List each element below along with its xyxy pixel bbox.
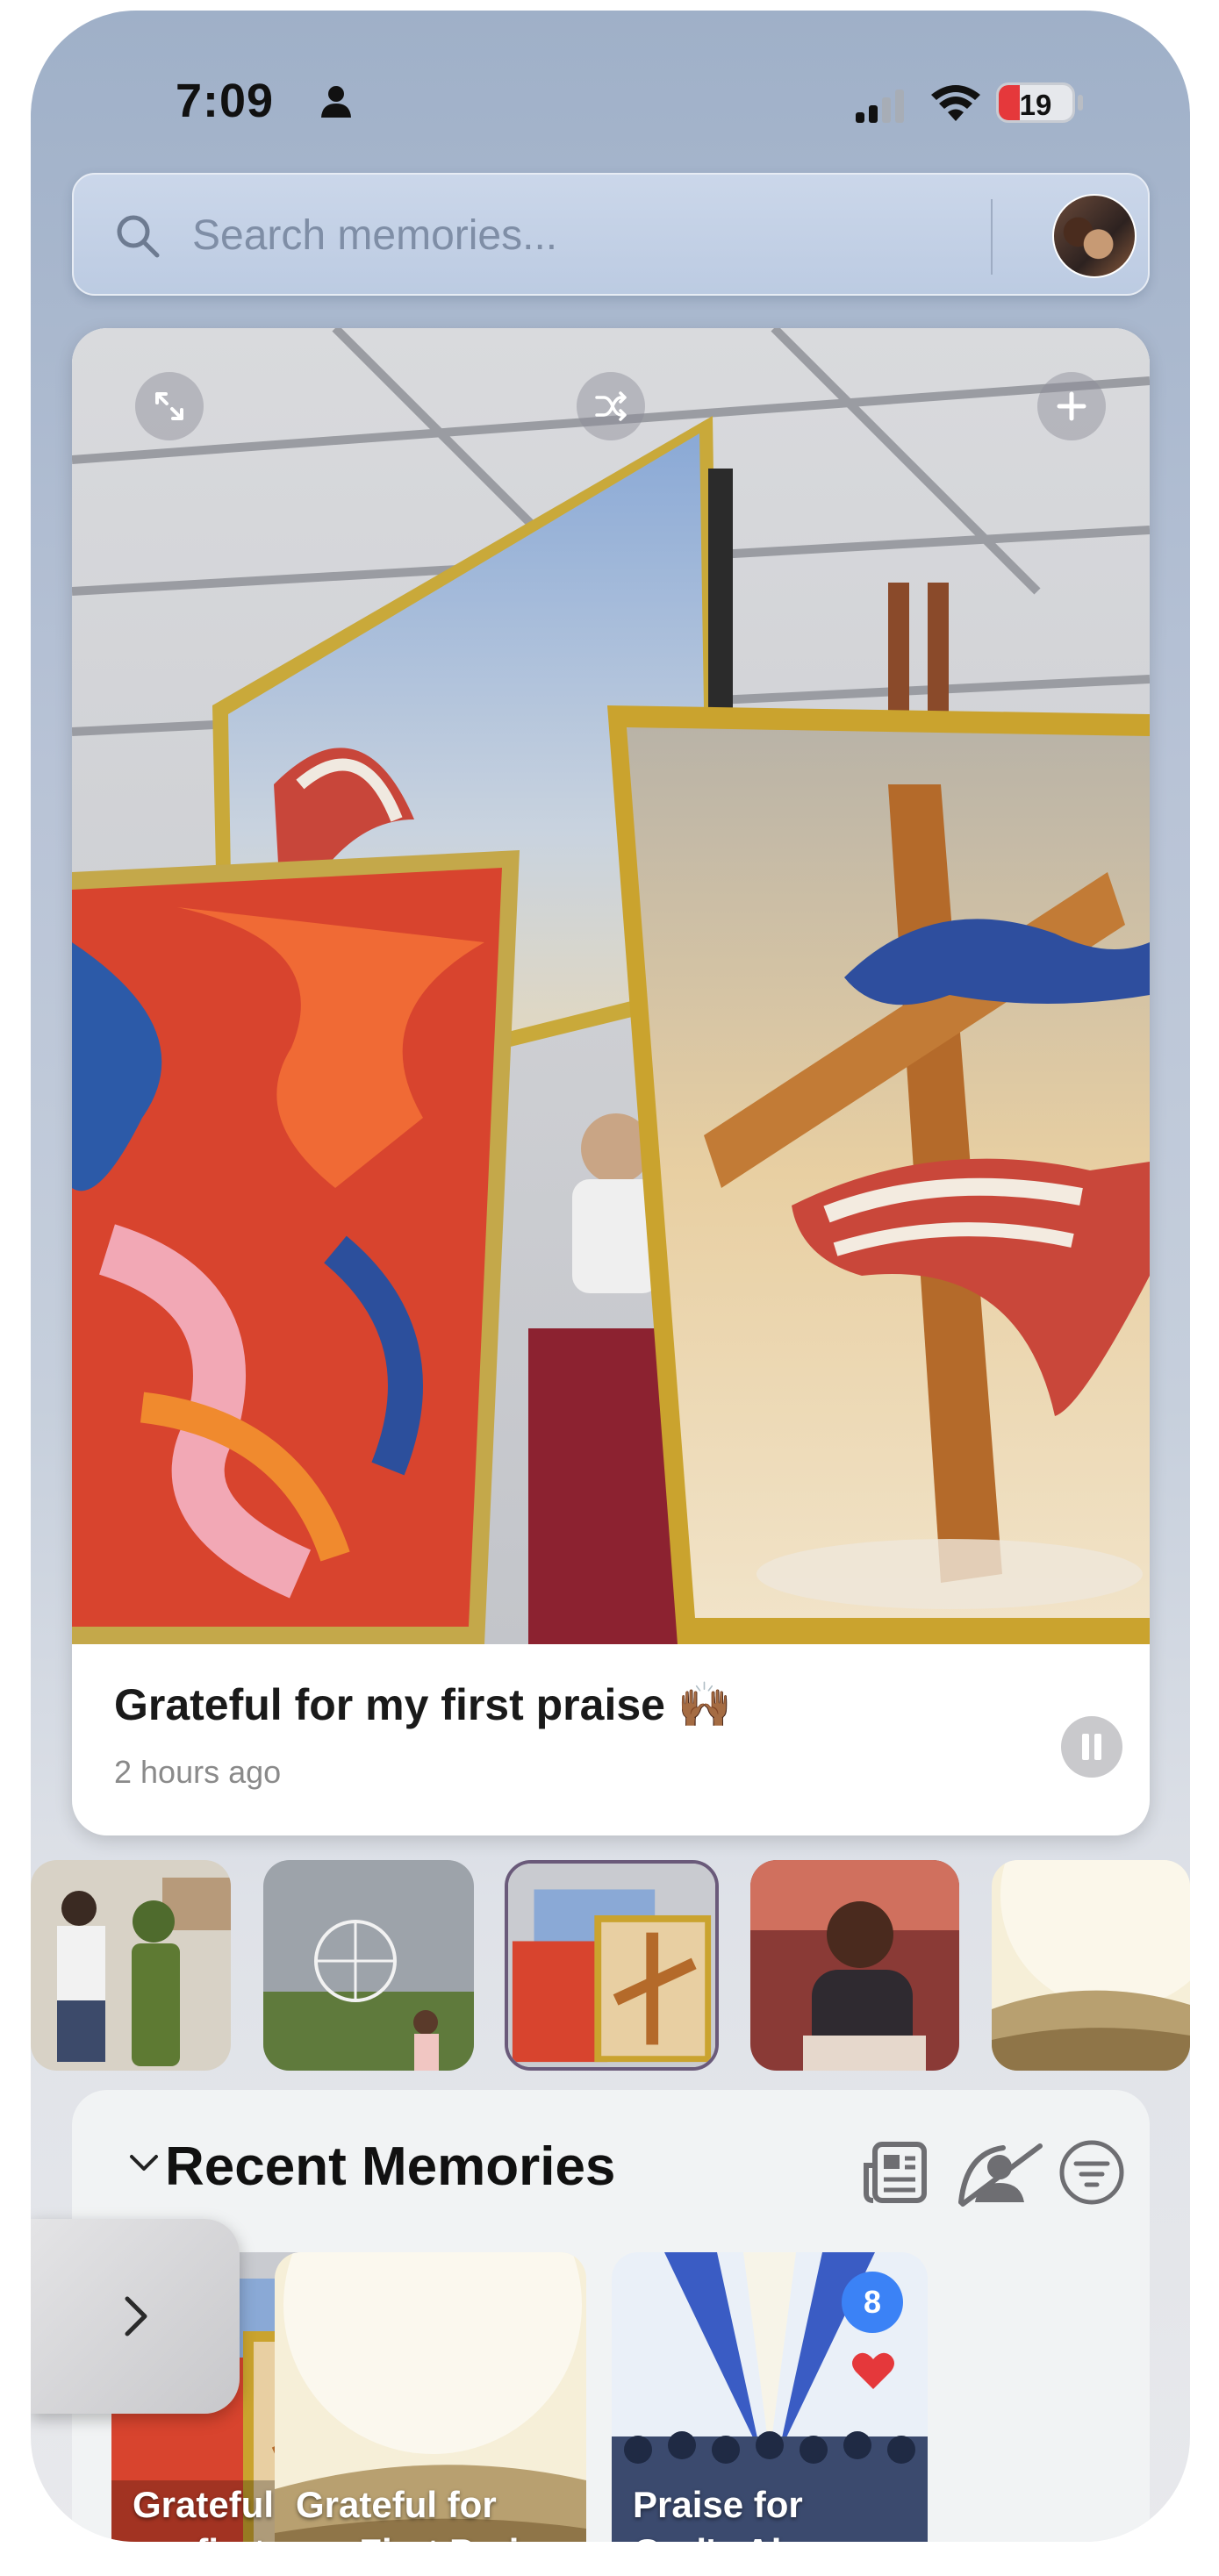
memory-card[interactable]: Grateful for my First Prai... <box>275 2252 586 2542</box>
thumbnail-memory[interactable] <box>992 1860 1190 2071</box>
plus-icon <box>1057 391 1086 421</box>
side-drawer-tab[interactable] <box>31 2219 240 2414</box>
add-button[interactable] <box>1037 372 1106 440</box>
expand-button[interactable] <box>135 372 204 440</box>
battery-icon: 19 <box>996 82 1075 123</box>
search-input[interactable]: Search memories... <box>192 211 557 260</box>
thumbnail-memory[interactable] <box>31 1860 231 2071</box>
thumbnail-photo <box>31 1860 231 2071</box>
memory-card-title: Praise for God's Abun... <box>633 2483 870 2542</box>
phone-screen: 7:09 19 Search memories... Grateful for … <box>31 11 1190 2542</box>
pause-button[interactable] <box>1061 1716 1122 1778</box>
avatar[interactable] <box>1052 194 1137 278</box>
thumbnail-memory[interactable] <box>750 1860 959 2071</box>
section-title: Recent Memories <box>165 2136 616 2197</box>
signal-icon <box>856 89 904 123</box>
status-time: 7:09 <box>176 75 275 127</box>
thumbnail-photo <box>263 1860 474 2071</box>
hidden-people-icon[interactable] <box>954 2136 1045 2209</box>
thumbnail-photo <box>992 1860 1190 2071</box>
memory-card-title: Grateful for my First Prai... <box>296 2483 549 2542</box>
featured-memory-timestamp: 2 hours ago <box>114 1754 282 1790</box>
search-icon <box>117 215 160 258</box>
wifi-icon <box>931 85 980 121</box>
newspaper-icon[interactable] <box>857 2136 931 2209</box>
person-icon <box>321 86 351 118</box>
battery-tip <box>1078 95 1083 111</box>
battery-level: 19 <box>1019 89 1052 121</box>
memory-count-badge: 8 <box>842 2272 903 2333</box>
expand-icon <box>155 392 183 420</box>
shuffle-icon <box>595 391 627 421</box>
thumbnail-memory[interactable] <box>263 1860 474 2071</box>
search-divider <box>991 199 993 275</box>
featured-memory-title: Grateful for my first praise 🙌🏾 <box>114 1680 733 1729</box>
chevron-right-icon <box>125 2296 147 2336</box>
thumbnail-photo <box>750 1860 959 2071</box>
heart-icon <box>852 2352 894 2389</box>
thumbnail-photo <box>508 1864 715 2067</box>
featured-memory-card[interactable]: Grateful for my first praise 🙌🏾 2 hours … <box>72 328 1150 1835</box>
memory-card[interactable]: 8 Praise for God's Abun... <box>612 2252 928 2542</box>
chevron-down-icon[interactable] <box>126 2150 161 2176</box>
thumbnail-memory-selected[interactable] <box>505 1860 719 2071</box>
search-bar[interactable]: Search memories... <box>72 173 1150 296</box>
filter-icon[interactable] <box>1055 2136 1129 2209</box>
shuffle-button[interactable] <box>577 372 645 440</box>
featured-memory-photo <box>72 328 1150 1644</box>
